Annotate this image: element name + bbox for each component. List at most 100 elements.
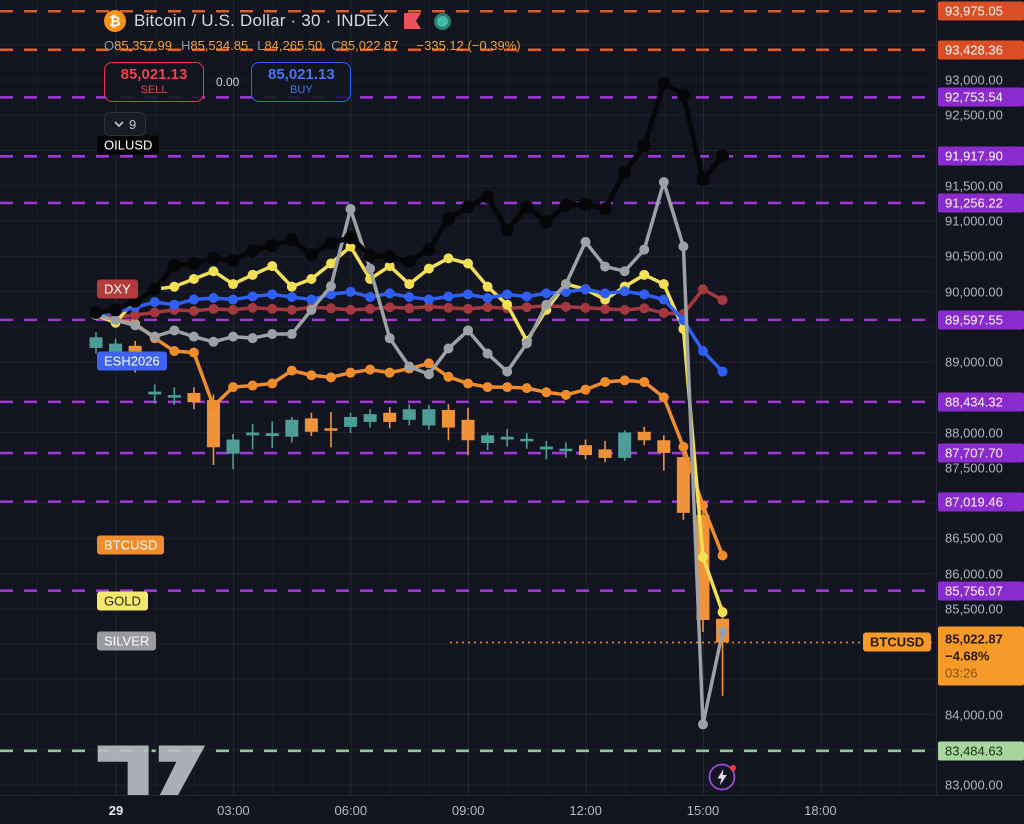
series-point bbox=[207, 252, 220, 265]
price-axis[interactable]: 93,000.0092,500.0091,500.0091,000.0090,5… bbox=[936, 0, 1024, 795]
level-price-badge: 89,597.55 bbox=[938, 310, 1024, 329]
left-percent-axis[interactable]: 6.00%5.00%4.00%2.00%1.00%−2.00%−3.00%−4.… bbox=[0, 0, 90, 795]
series-price-tag-btcusd[interactable]: BTCUSD bbox=[863, 633, 931, 652]
series-point bbox=[698, 346, 708, 356]
series-point bbox=[463, 378, 473, 388]
series-point bbox=[659, 392, 669, 402]
series-point bbox=[267, 289, 277, 299]
series-point bbox=[208, 337, 218, 347]
series-point bbox=[111, 315, 121, 325]
candle-body bbox=[481, 435, 494, 443]
price-tick: 86,000.00 bbox=[945, 566, 1003, 581]
symbol-tag-esh2026[interactable]: ESH2026 bbox=[97, 351, 167, 370]
series-point bbox=[404, 362, 414, 372]
series-point bbox=[266, 239, 279, 252]
series-point bbox=[306, 305, 316, 315]
series-point bbox=[189, 306, 199, 316]
series-point bbox=[109, 303, 122, 316]
candle-body bbox=[168, 395, 181, 398]
symbol-tag-silver[interactable]: SILVER bbox=[97, 631, 156, 650]
symbol-tag-dxy[interactable]: DXY bbox=[97, 280, 138, 299]
series-point bbox=[716, 149, 729, 162]
series-point bbox=[462, 200, 475, 213]
object-tree-dropdown[interactable]: 9 bbox=[104, 112, 146, 136]
series-point bbox=[248, 333, 258, 343]
candle-body bbox=[383, 413, 396, 422]
series-point bbox=[698, 284, 708, 294]
series-point bbox=[267, 261, 277, 271]
series-point bbox=[541, 300, 551, 310]
time-axis[interactable]: 2903:0006:0009:0012:0015:0018:00 bbox=[0, 795, 1024, 824]
series-point bbox=[483, 293, 493, 303]
series-point bbox=[228, 279, 238, 289]
series-point bbox=[287, 366, 297, 376]
flag-icon[interactable] bbox=[403, 13, 422, 29]
time-tick: 15:00 bbox=[687, 803, 720, 818]
series-point bbox=[718, 367, 728, 377]
series-point bbox=[638, 139, 651, 152]
series-point bbox=[718, 607, 728, 617]
series-point bbox=[365, 365, 375, 375]
series-point bbox=[639, 289, 649, 299]
series-point bbox=[326, 281, 336, 291]
price-tick: 90,500.00 bbox=[945, 249, 1003, 264]
price-tick: 88,000.00 bbox=[945, 425, 1003, 440]
price-tick: 85,500.00 bbox=[945, 601, 1003, 616]
series-point bbox=[422, 243, 435, 256]
series-point bbox=[168, 259, 181, 272]
series-point bbox=[169, 346, 179, 356]
level-price-badge: 88,434.32 bbox=[938, 392, 1024, 411]
time-tick: 03:00 bbox=[217, 803, 250, 818]
series-point bbox=[443, 291, 453, 301]
series-point bbox=[600, 262, 610, 272]
sell-button[interactable]: 85,021.13 SELL bbox=[104, 62, 204, 102]
series-point bbox=[639, 377, 649, 387]
series-point bbox=[718, 295, 728, 305]
level-price-badge: 85,756.07 bbox=[938, 581, 1024, 600]
price-tick: 91,000.00 bbox=[945, 214, 1003, 229]
price-tick: 84,000.00 bbox=[945, 707, 1003, 722]
series-point bbox=[208, 401, 218, 411]
level-price-badge: 87,019.46 bbox=[938, 492, 1024, 511]
series-point bbox=[385, 302, 395, 312]
lightning-button[interactable] bbox=[708, 762, 738, 792]
series-point bbox=[502, 289, 512, 299]
candle-body bbox=[324, 428, 337, 431]
tradingview-logo-watermark bbox=[95, 742, 210, 800]
candle-body bbox=[90, 337, 103, 348]
series-point bbox=[463, 259, 473, 269]
last-change: −4.68% bbox=[945, 648, 1024, 665]
series-point bbox=[559, 199, 572, 212]
last-price-badge: 85,022.87−4.68%03:26 bbox=[938, 627, 1024, 686]
symbol-tag-gold[interactable]: GOLD bbox=[97, 592, 148, 611]
series-point bbox=[657, 77, 670, 90]
chevron-down-icon bbox=[114, 121, 124, 127]
sell-price: 85,021.13 bbox=[121, 67, 188, 82]
series-point bbox=[346, 305, 356, 315]
series-point bbox=[228, 295, 238, 305]
series-point bbox=[639, 303, 649, 313]
series-point bbox=[189, 332, 199, 342]
price-tick: 91,500.00 bbox=[945, 178, 1003, 193]
series-point bbox=[346, 204, 356, 214]
candle-body bbox=[657, 440, 670, 453]
series-point bbox=[324, 236, 337, 249]
buy-button[interactable]: 85,021.13 BUY bbox=[251, 62, 351, 102]
symbol-tag-btcusd[interactable]: BTCUSD bbox=[97, 535, 164, 554]
series-point bbox=[696, 173, 709, 186]
series-point bbox=[502, 300, 512, 310]
symbol-tag-oilusd[interactable]: OILUSD bbox=[97, 135, 159, 154]
series-point bbox=[639, 245, 649, 255]
candle-body bbox=[344, 417, 357, 427]
series-point bbox=[287, 292, 297, 302]
series-point bbox=[346, 287, 356, 297]
series-point bbox=[600, 377, 610, 387]
candle-body bbox=[501, 437, 514, 440]
series-point bbox=[522, 302, 532, 312]
series-point bbox=[501, 224, 514, 237]
series-point bbox=[424, 264, 434, 274]
series-point bbox=[424, 295, 434, 305]
series-point bbox=[267, 329, 277, 339]
series-point bbox=[502, 367, 512, 377]
series-point bbox=[639, 270, 649, 280]
